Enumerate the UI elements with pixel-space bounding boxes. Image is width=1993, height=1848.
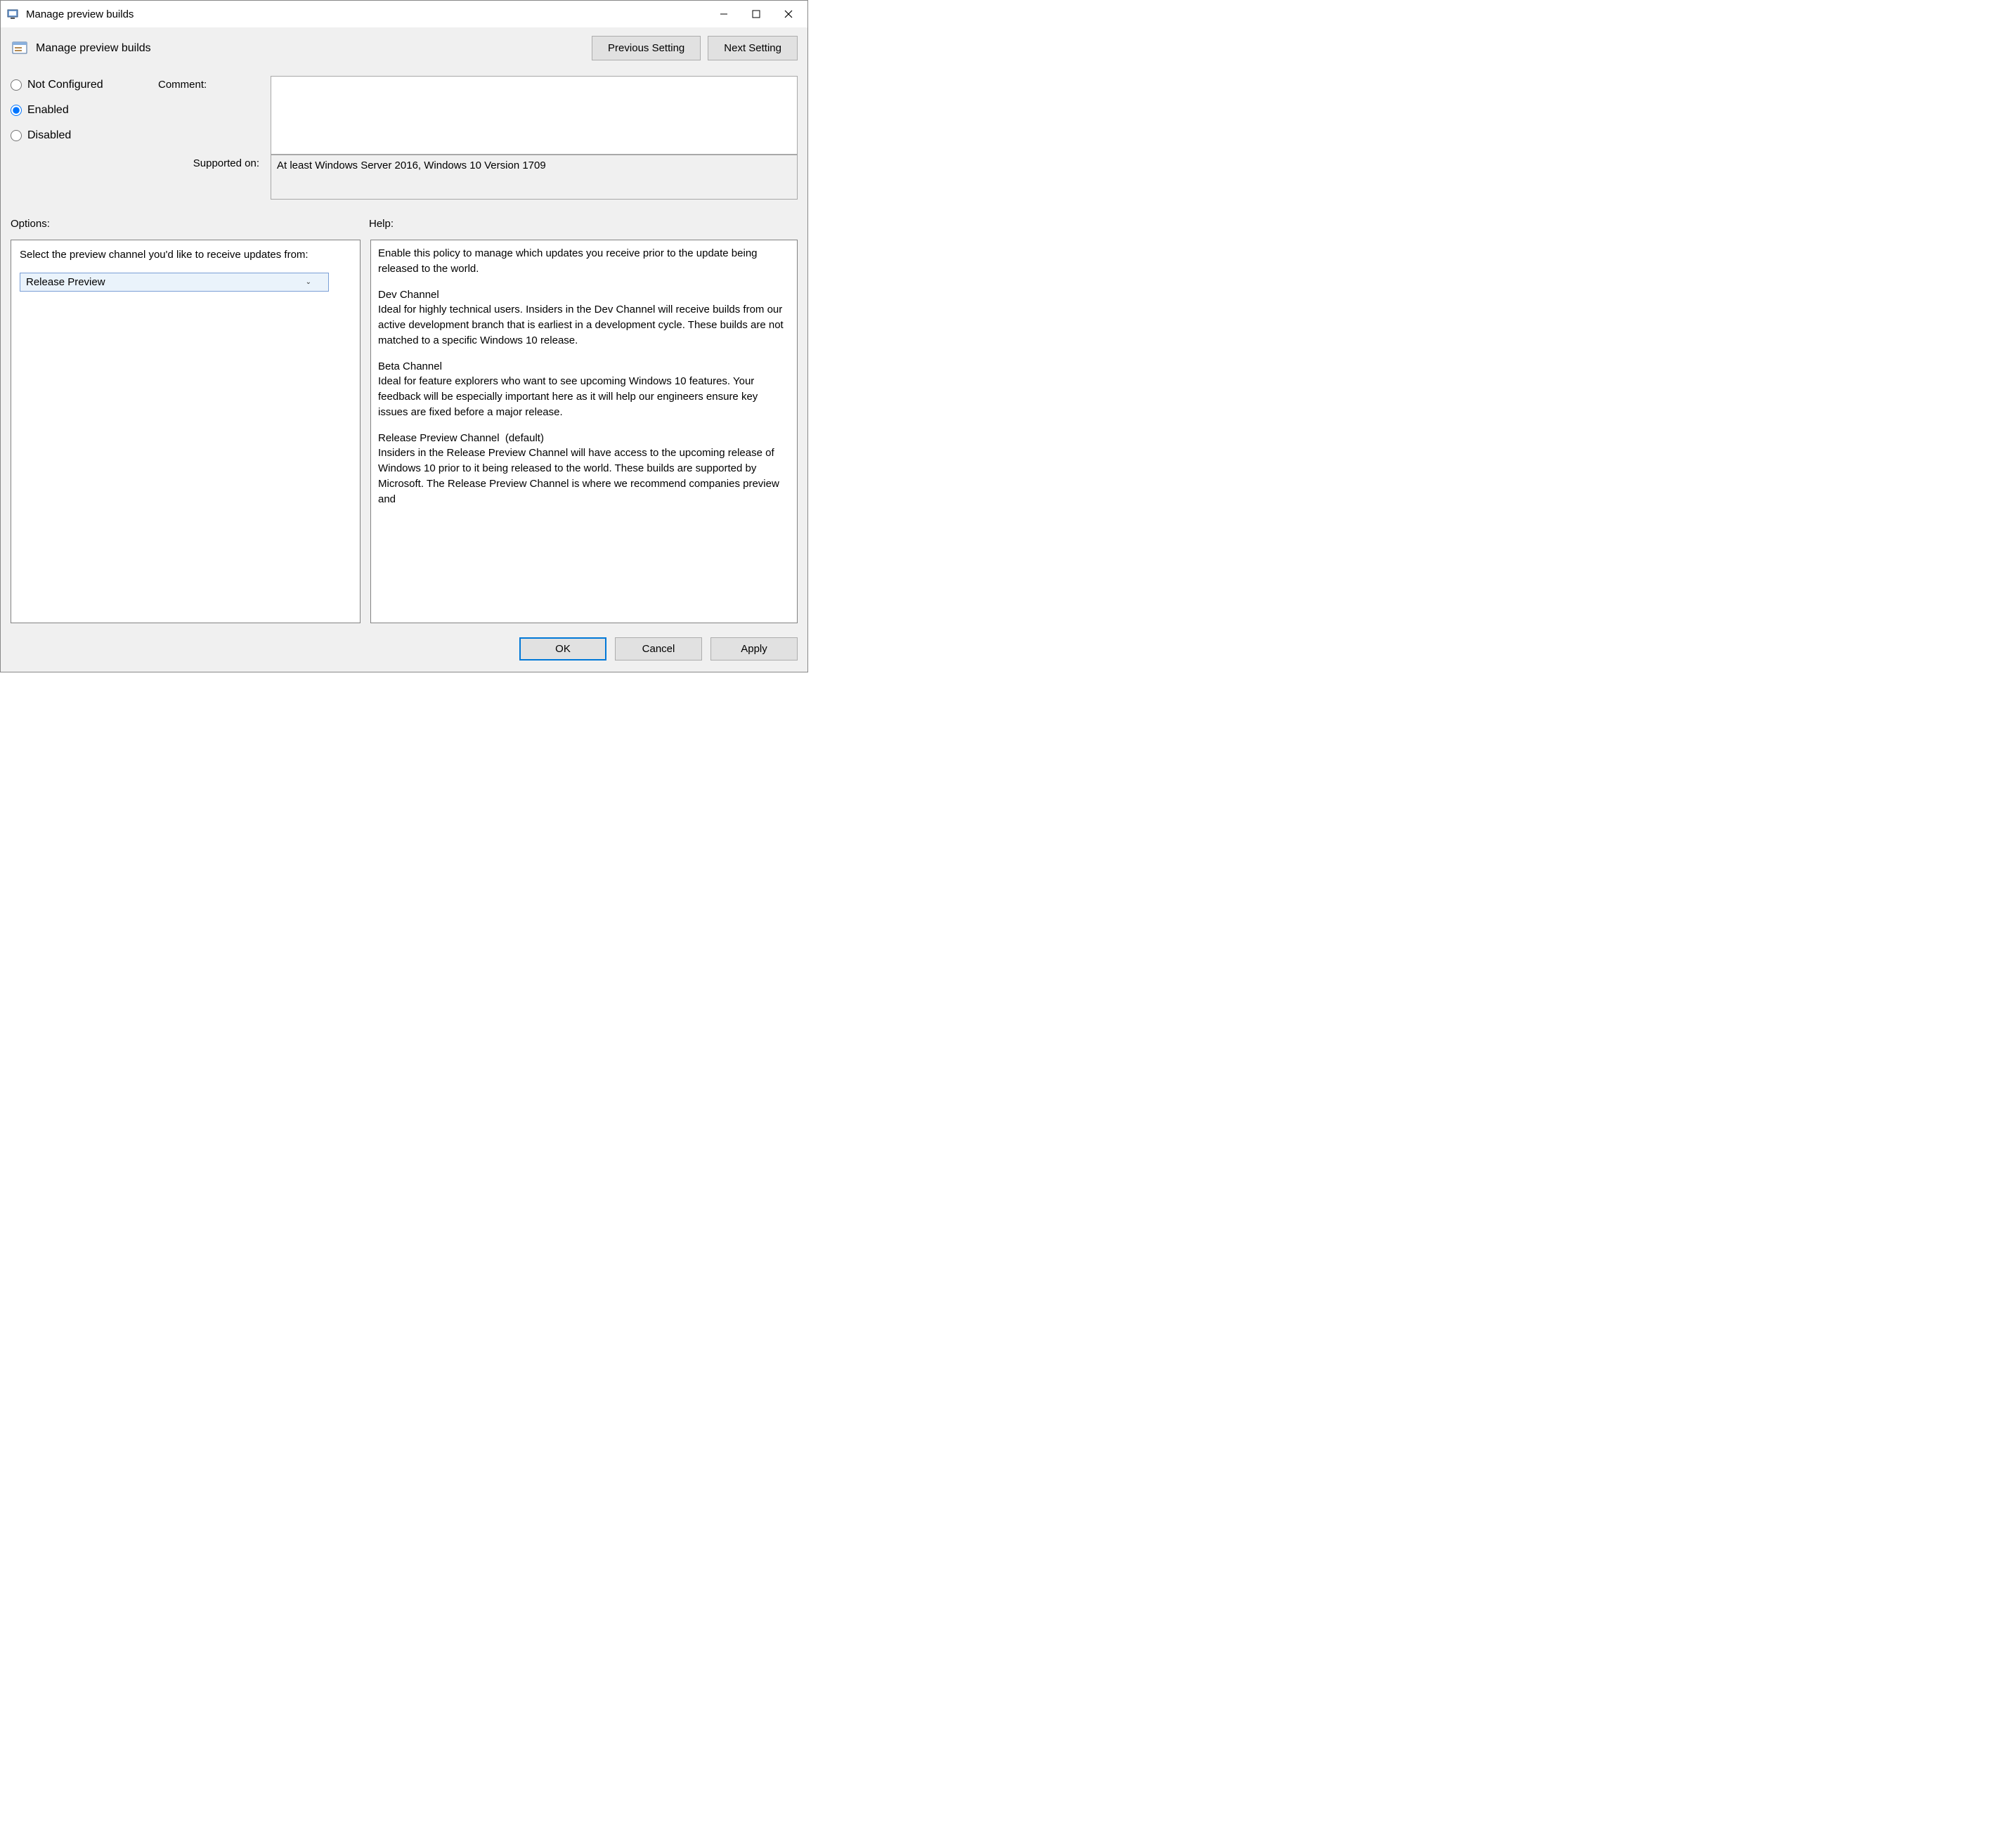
footer: OK Cancel Apply bbox=[1, 626, 807, 672]
ok-button[interactable]: OK bbox=[519, 637, 606, 661]
help-paragraph: Beta Channel Ideal for feature explorers… bbox=[378, 359, 790, 420]
help-pane[interactable]: Enable this policy to manage which updat… bbox=[370, 240, 798, 623]
supported-on-label: Supported on: bbox=[158, 155, 264, 169]
radio-disabled-input[interactable] bbox=[11, 130, 22, 141]
chevron-down-icon: ⌄ bbox=[306, 278, 311, 286]
close-button[interactable] bbox=[772, 3, 805, 25]
supported-on-value: At least Windows Server 2016, Windows 10… bbox=[271, 155, 798, 200]
radio-enabled-label: Enabled bbox=[27, 104, 69, 117]
minimize-button[interactable] bbox=[708, 3, 740, 25]
policy-icon bbox=[11, 39, 29, 58]
help-paragraph: Release Preview Channel (default) Inside… bbox=[378, 431, 790, 507]
options-prompt: Select the preview channel you'd like to… bbox=[20, 247, 351, 263]
radio-disabled-label: Disabled bbox=[27, 129, 71, 142]
help-paragraph: Dev Channel Ideal for highly technical u… bbox=[378, 287, 790, 349]
window-title: Manage preview builds bbox=[26, 8, 708, 20]
cancel-button[interactable]: Cancel bbox=[615, 637, 702, 661]
next-setting-button[interactable]: Next Setting bbox=[708, 36, 798, 60]
previous-setting-button[interactable]: Previous Setting bbox=[592, 36, 701, 60]
form-area: Not Configured Enabled Disabled Comment:… bbox=[1, 70, 807, 202]
app-icon bbox=[6, 7, 20, 21]
policy-title: Manage preview builds bbox=[36, 42, 585, 55]
window-controls bbox=[708, 3, 805, 25]
radio-not-configured-label: Not Configured bbox=[27, 79, 103, 91]
options-label: Options: bbox=[11, 218, 369, 230]
titlebar: Manage preview builds bbox=[1, 1, 807, 27]
radio-not-configured[interactable]: Not Configured bbox=[11, 79, 151, 91]
comment-label: Comment: bbox=[158, 76, 264, 91]
panes: Select the preview channel you'd like to… bbox=[1, 235, 807, 626]
channel-dropdown[interactable]: Release Preview ⌄ bbox=[20, 273, 329, 292]
radio-disabled[interactable]: Disabled bbox=[11, 129, 151, 142]
radio-enabled-input[interactable] bbox=[11, 105, 22, 116]
help-label: Help: bbox=[369, 218, 394, 230]
state-radio-group: Not Configured Enabled Disabled bbox=[11, 76, 151, 142]
dialog-window: Manage preview builds Manage preview bui… bbox=[0, 0, 808, 672]
section-labels: Options: Help: bbox=[1, 202, 807, 235]
options-pane: Select the preview channel you'd like to… bbox=[11, 240, 361, 623]
help-paragraph: Enable this policy to manage which updat… bbox=[378, 246, 790, 277]
apply-button[interactable]: Apply bbox=[710, 637, 798, 661]
header-row: Manage preview builds Previous Setting N… bbox=[1, 27, 807, 70]
radio-not-configured-input[interactable] bbox=[11, 79, 22, 91]
radio-enabled[interactable]: Enabled bbox=[11, 104, 151, 117]
channel-selected: Release Preview bbox=[26, 276, 105, 288]
comment-input[interactable] bbox=[271, 76, 798, 155]
maximize-button[interactable] bbox=[740, 3, 772, 25]
